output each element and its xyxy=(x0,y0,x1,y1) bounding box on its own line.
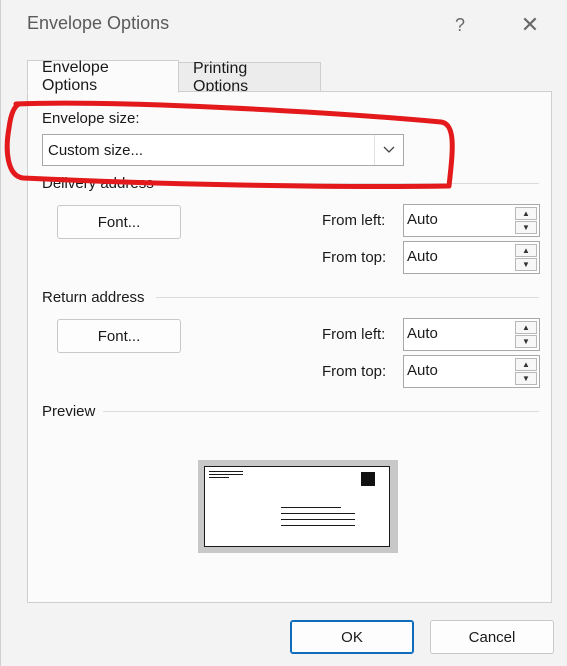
title-bar: Envelope Options ? ✕ xyxy=(1,0,567,50)
delivery-address-divider xyxy=(161,183,539,184)
close-icon: ✕ xyxy=(520,12,540,37)
envelope-size-dropdown[interactable]: Custom size... xyxy=(42,134,404,166)
envelope-options-dialog: Envelope Options ? ✕ Envelope Options Pr… xyxy=(0,0,567,666)
delivery-from-left-value: Auto xyxy=(407,211,438,228)
return-address-line xyxy=(209,477,229,478)
return-from-top-value: Auto xyxy=(407,362,438,379)
help-button[interactable]: ? xyxy=(442,8,478,42)
return-address-line xyxy=(209,471,243,472)
delivery-from-left-label: From left: xyxy=(322,212,386,229)
envelope-preview xyxy=(198,460,398,553)
ok-button-label: OK xyxy=(341,628,363,646)
dialog-title: Envelope Options xyxy=(27,13,170,33)
return-font-button[interactable]: Font... xyxy=(57,319,181,353)
envelope-preview-image xyxy=(204,466,390,547)
return-address-heading: Return address xyxy=(42,289,145,306)
chevron-down-icon[interactable] xyxy=(374,135,403,165)
preview-heading: Preview xyxy=(42,403,96,420)
spin-up-icon[interactable]: ▲ xyxy=(515,358,537,371)
delivery-address-line xyxy=(281,507,341,508)
envelope-size-value: Custom size... xyxy=(48,142,144,159)
return-address-divider xyxy=(156,297,539,298)
tab-envelope-options-label: Envelope Options xyxy=(42,58,109,94)
delivery-address-line xyxy=(281,519,355,520)
delivery-from-top-label: From top: xyxy=(322,249,387,266)
delivery-address-heading: Delivery address xyxy=(42,175,154,192)
delivery-font-button-label: Font... xyxy=(97,213,141,231)
spin-down-icon[interactable]: ▼ xyxy=(515,221,537,234)
return-from-left-value: Auto xyxy=(407,325,438,342)
tab-envelope-options[interactable]: Envelope Options xyxy=(27,58,179,94)
cancel-button[interactable]: Cancel xyxy=(430,620,554,654)
spin-down-icon[interactable]: ▼ xyxy=(515,258,537,271)
spin-up-icon[interactable]: ▲ xyxy=(515,207,537,220)
spin-up-icon[interactable]: ▲ xyxy=(515,244,537,257)
cancel-button-label: Cancel xyxy=(468,628,516,646)
return-from-top-spinner[interactable]: Auto ▲ ▼ xyxy=(403,355,540,388)
preview-divider xyxy=(103,411,539,412)
delivery-from-top-spinner[interactable]: Auto ▲ ▼ xyxy=(403,241,540,274)
return-address-line xyxy=(209,474,243,475)
delivery-from-top-value: Auto xyxy=(407,248,438,265)
stamp-icon xyxy=(361,472,375,486)
question-mark-icon: ? xyxy=(454,14,465,35)
spin-down-icon[interactable]: ▼ xyxy=(515,335,537,348)
delivery-from-left-spinner[interactable]: Auto ▲ ▼ xyxy=(403,204,540,237)
delivery-address-line xyxy=(281,525,355,526)
tab-printing-options[interactable]: Printing Options xyxy=(179,60,321,95)
ok-button[interactable]: OK xyxy=(290,620,414,654)
close-button[interactable]: ✕ xyxy=(512,8,548,42)
spin-up-icon[interactable]: ▲ xyxy=(515,321,537,334)
delivery-address-line xyxy=(281,513,355,514)
return-from-left-label: From left: xyxy=(322,326,386,343)
spin-down-icon[interactable]: ▼ xyxy=(515,372,537,385)
delivery-font-button[interactable]: Font... xyxy=(57,205,181,239)
envelope-size-label: Envelope size: xyxy=(42,110,140,127)
return-font-button-label: Font... xyxy=(97,327,141,345)
return-from-top-label: From top: xyxy=(322,363,387,380)
return-from-left-spinner[interactable]: Auto ▲ ▼ xyxy=(403,318,540,351)
